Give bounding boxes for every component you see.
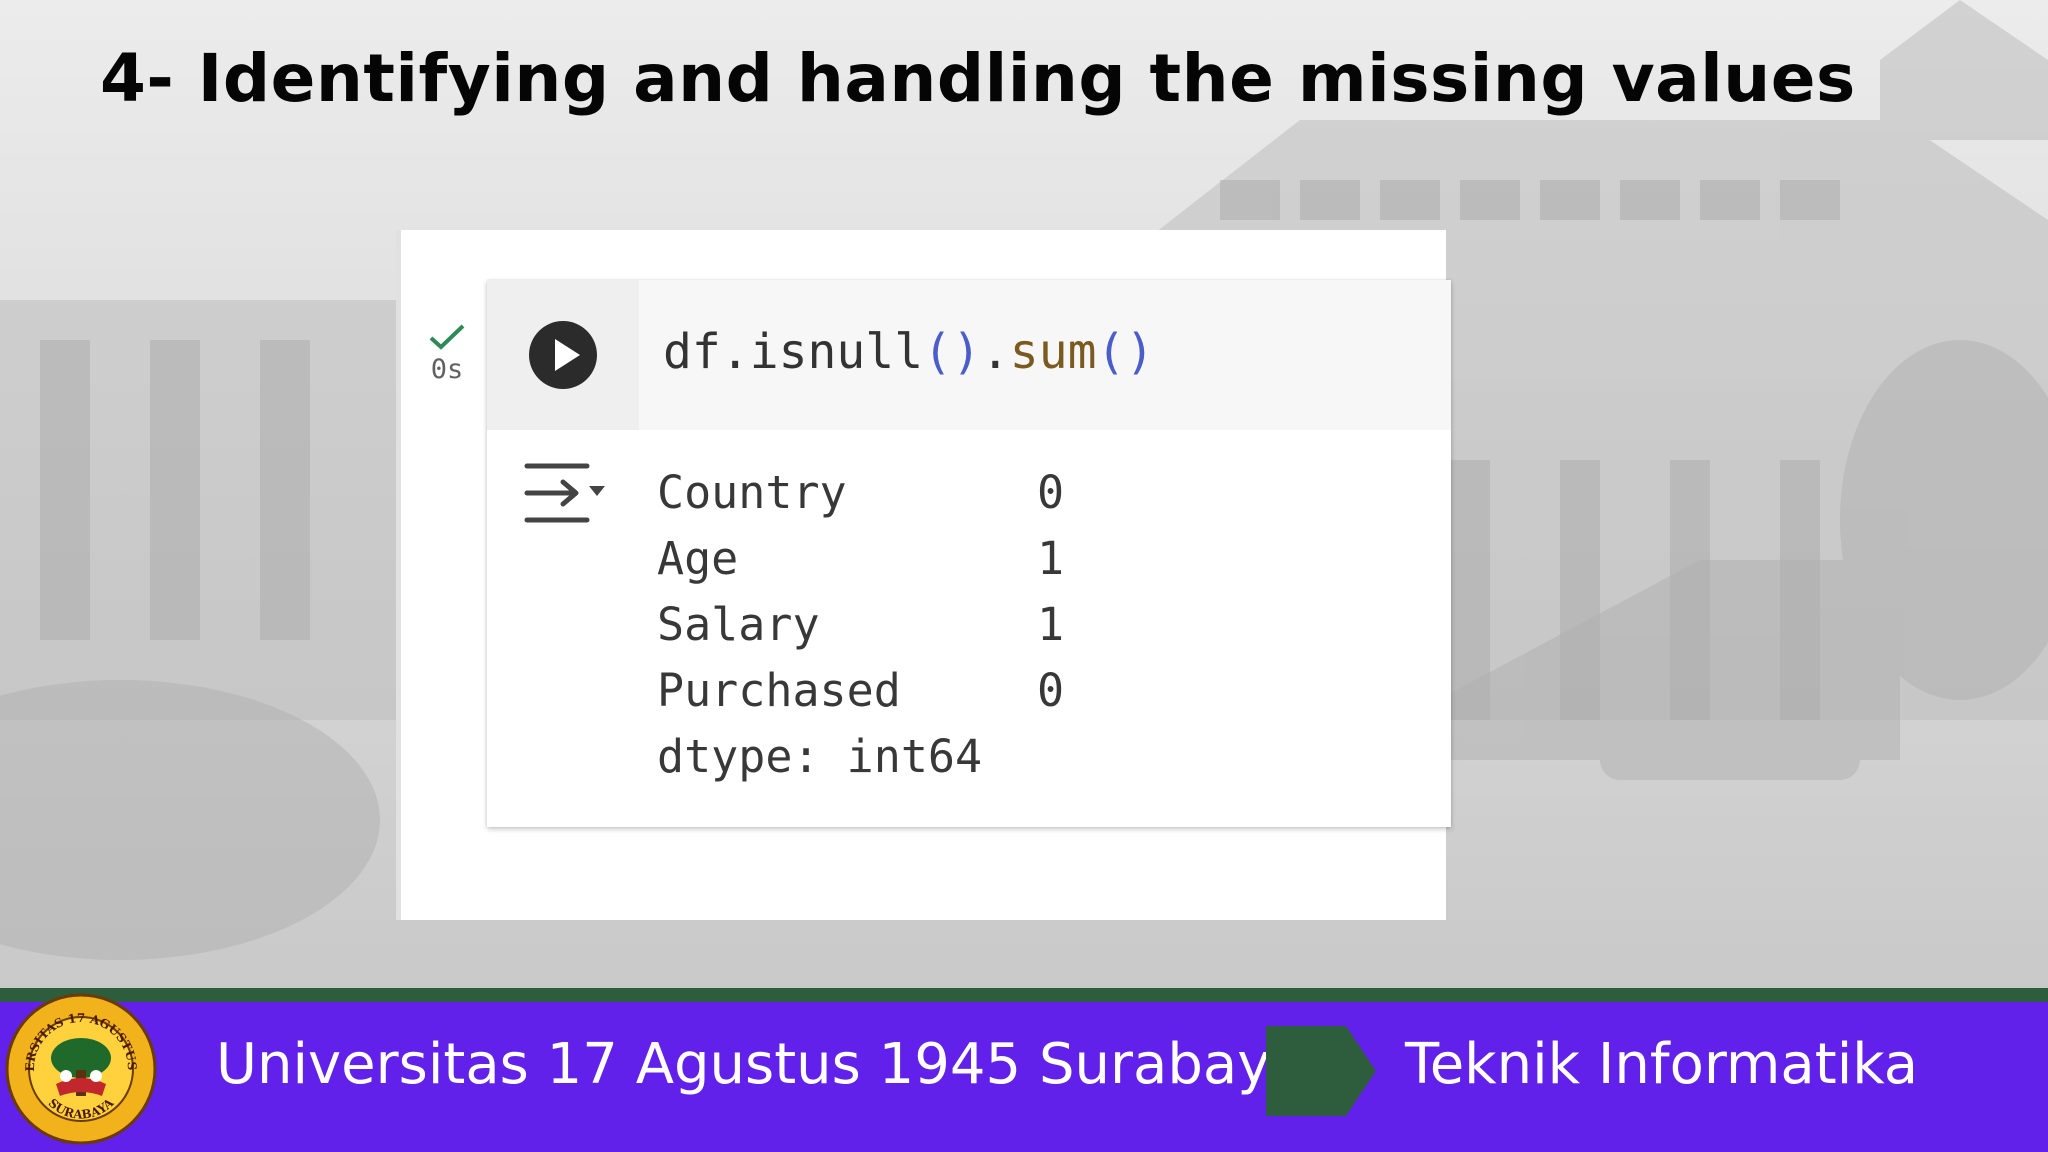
- output-row: Age 1: [657, 526, 1064, 592]
- output-text: Country 0 Age 1 Salary 1 Purchased 0 dtype: …: [657, 460, 1064, 790]
- code-dot: .: [980, 324, 1010, 380]
- colab-cell-screenshot: 0s df.isnull().sum() Country 0 Age 1 Sal…: [396, 230, 1451, 920]
- output-row: Purchased 0: [657, 658, 1064, 724]
- null-count: 1: [1037, 598, 1065, 651]
- column-name: Country: [657, 466, 847, 519]
- code-object: df: [663, 324, 721, 380]
- footer-accent-line: [0, 988, 2048, 1002]
- column-name: Purchased: [657, 664, 901, 717]
- output-row: Country 0: [657, 460, 1064, 526]
- code-method-sum: sum: [1009, 324, 1097, 380]
- output-actions-icon[interactable]: [523, 458, 607, 528]
- check-icon: [429, 324, 465, 350]
- code-parens: (): [923, 324, 981, 380]
- code-method-isnull: isnull: [749, 324, 924, 380]
- code-editor[interactable]: df.isnull().sum(): [663, 324, 1154, 380]
- notebook-cell[interactable]: df.isnull().sum() Country 0 Age 1 Salary 1 …: [487, 280, 1451, 827]
- arrow-right-icon: [1266, 1026, 1376, 1116]
- null-count: 0: [1037, 664, 1065, 717]
- execution-status: 0s: [427, 322, 467, 385]
- column-name: Age: [657, 532, 739, 585]
- execution-time: 0s: [430, 354, 464, 385]
- output-row: Salary 1: [657, 592, 1064, 658]
- null-count: 1: [1037, 532, 1065, 585]
- code-parens: (): [1096, 324, 1155, 380]
- code-dot: .: [720, 324, 750, 380]
- cell-input-area[interactable]: df.isnull().sum(): [487, 280, 1451, 430]
- cell-output-area: Country 0 Age 1 Salary 1 Purchased 0 dtype: …: [487, 430, 1451, 827]
- university-logo: UNIVERSITAS 17 AGUSTUS 1945 SURABAYA: [4, 992, 157, 1145]
- null-count: 0: [1037, 466, 1065, 519]
- run-cell-button[interactable]: [528, 320, 598, 390]
- column-name: Salary: [657, 598, 820, 651]
- footer-department-name: Teknik Informatika: [1405, 1032, 1919, 1097]
- dtype-line: dtype: int64: [657, 730, 983, 783]
- slide-title: 4- Identifying and handling the missing …: [100, 40, 1856, 117]
- run-gutter: [487, 280, 639, 430]
- footer-university-name: Universitas 17 Agustus 1945 Surabaya: [216, 1032, 1305, 1097]
